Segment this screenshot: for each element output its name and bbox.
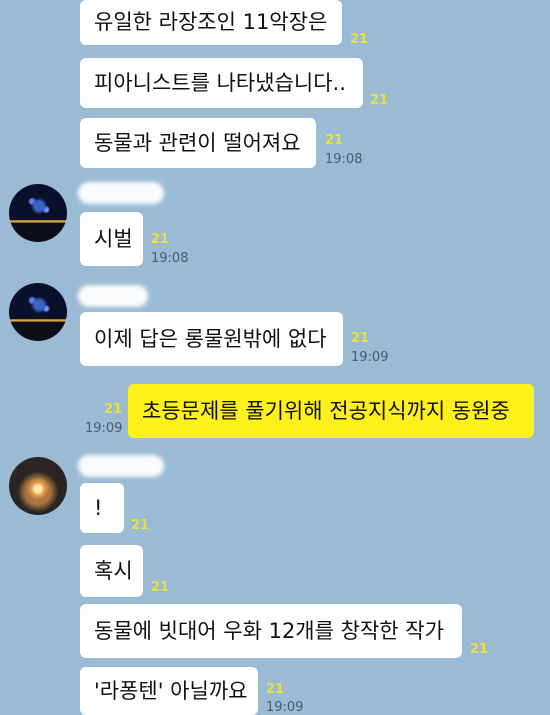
message-text: 동물과 관련이 떨어져요 [94,130,301,155]
unread-count: 21 [131,518,150,533]
message-time: 19:08 [325,152,363,167]
unread-count: 21 [266,682,285,697]
message-bubble[interactable]: 이제 답은 롱물원밖에 없다 [80,312,343,366]
message-text: 피아니스트를 나타냈습니다.. [94,70,346,95]
message-bubble[interactable]: 동물에 빗대어 우화 12개를 창작한 작가 [80,604,462,658]
message-text: 이제 답은 롱물원밖에 없다 [94,326,327,351]
message-bubble[interactable]: 유일한 라장조인 11악장은 [80,0,342,45]
message-text: 동물에 빗대어 우화 12개를 창작한 작가 [94,618,444,643]
unread-count: 21 [370,93,389,108]
message-time: 19:09 [85,421,123,436]
sender-name-redacted [78,182,164,204]
unread-count: 21 [351,331,370,346]
message-bubble[interactable]: 시벌 [80,212,143,266]
unread-count: 21 [151,232,170,247]
sender-name-redacted [78,285,148,307]
message-bubble[interactable]: '라퐁텐' 아닐까요 [80,667,258,715]
message-text: 유일한 라장조인 11악장은 [94,10,328,34]
my-message-bubble[interactable]: 초등문제를 풀기위해 전공지식까지 동원중 [128,384,534,438]
message-bubble[interactable]: ! [80,483,124,533]
message-text: ! [94,495,103,520]
sender-avatar[interactable] [9,283,67,341]
message-text: '라퐁텐' 아닐까요 [94,678,248,703]
unread-count: 21 [325,133,344,148]
message-bubble[interactable]: 동물과 관련이 떨어져요 [80,118,316,168]
sender-avatar[interactable] [9,184,67,242]
sender-avatar[interactable] [9,457,67,515]
sender-name-redacted [78,455,164,477]
message-text: 초등문제를 풀기위해 전공지식까지 동원중 [142,398,510,423]
message-text: 시벌 [94,226,133,251]
unread-count: 21 [104,402,123,417]
message-time: 19:08 [151,251,189,266]
message-bubble[interactable]: 피아니스트를 나타냈습니다.. [80,58,363,108]
message-text: 혹시 [94,558,133,583]
message-time: 19:09 [266,700,304,715]
message-time: 19:09 [351,350,389,365]
unread-count: 21 [151,580,170,595]
unread-count: 21 [350,32,369,47]
message-bubble[interactable]: 혹시 [80,545,143,597]
unread-count: 21 [470,642,489,657]
